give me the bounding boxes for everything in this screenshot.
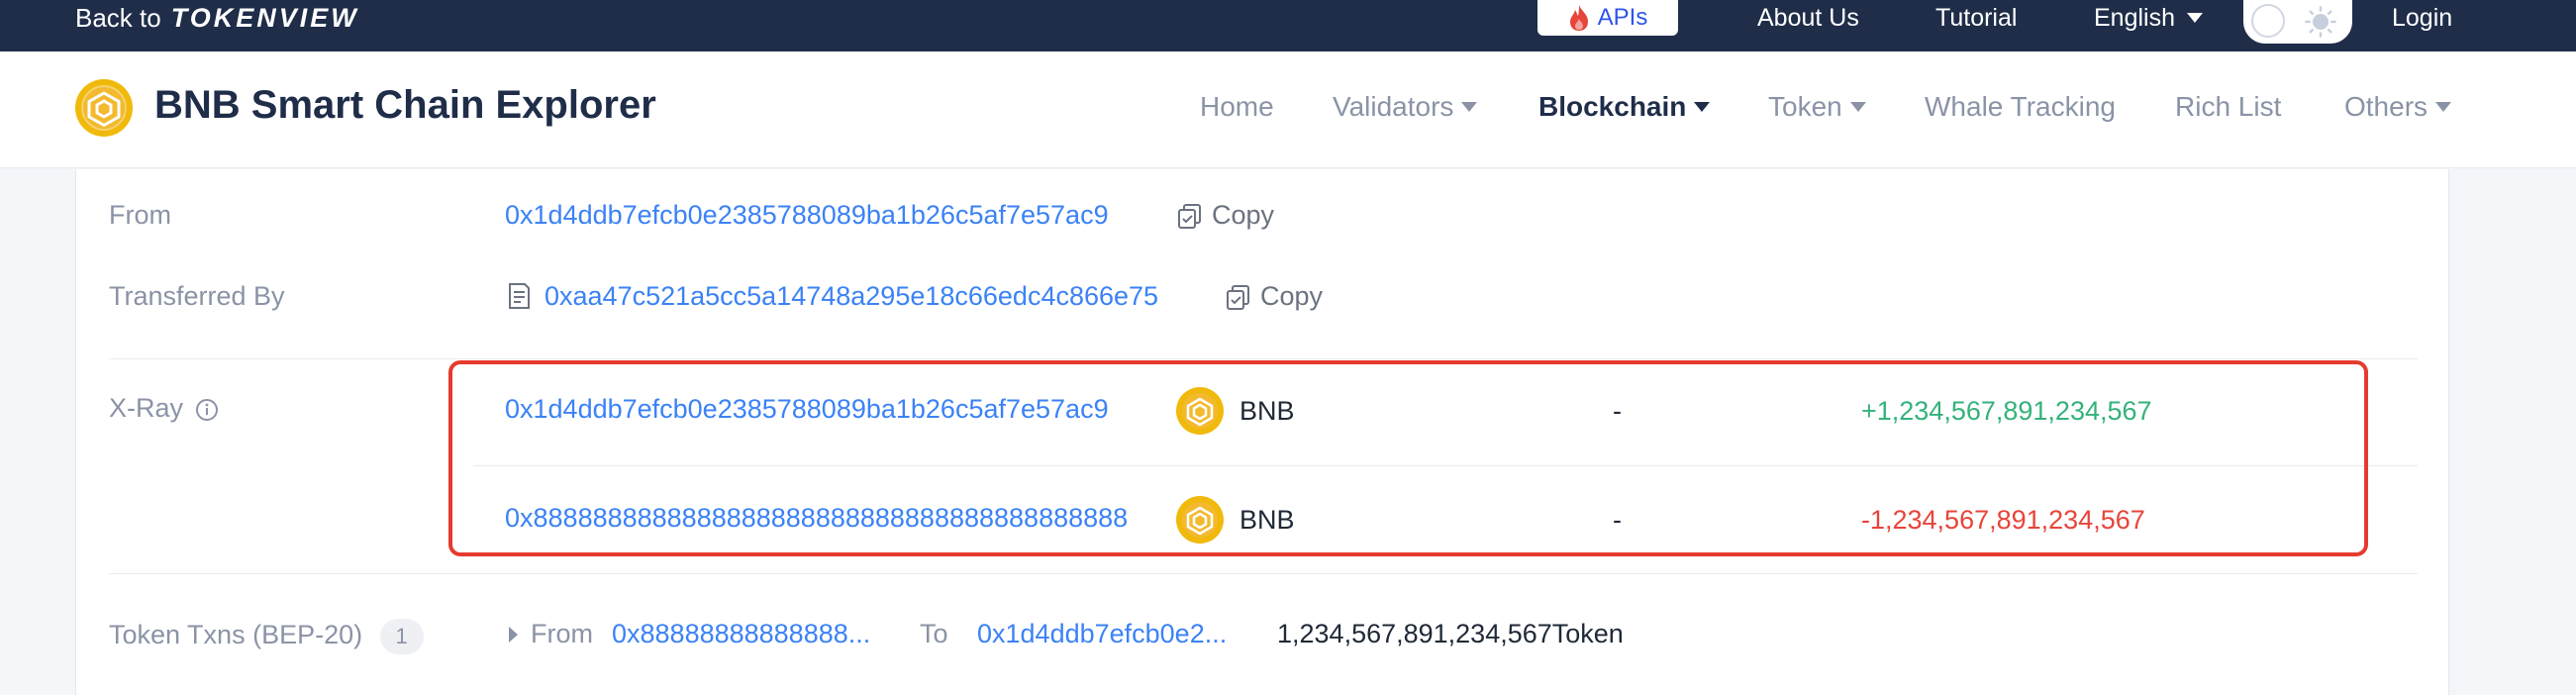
transaction-details-card (75, 169, 2449, 695)
nav-home-label: Home (1200, 91, 1274, 122)
xray-amount-negative: -1,234,567,891,234,567 (1861, 505, 2145, 535)
chevron-down-icon (1849, 102, 1866, 112)
copy-icon (1227, 284, 1249, 310)
toggle-knob (2251, 4, 2285, 38)
copy-label: Copy (1260, 281, 1324, 311)
apis-label: APIs (1597, 4, 1648, 31)
row-divider (473, 465, 2418, 466)
info-icon[interactable] (195, 398, 219, 422)
nav-validators[interactable]: Validators (1333, 91, 1478, 123)
copy-label: Copy (1212, 200, 1275, 230)
xray-dash: - (1613, 396, 1622, 426)
nav-whale-label: Whale Tracking (1925, 91, 2116, 122)
xray-token-symbol: BNB (1239, 396, 1295, 426)
back-prefix: Back to (75, 3, 161, 33)
nav-rich-label: Rich List (2175, 91, 2282, 122)
copy-from-button[interactable]: Copy (1176, 200, 1274, 231)
chevron-down-icon (1461, 102, 1478, 112)
flame-icon (1569, 5, 1588, 31)
login-link[interactable]: Login (2392, 0, 2452, 36)
language-select[interactable]: English (2094, 0, 2203, 36)
theme-toggle[interactable] (2243, 0, 2352, 44)
transferred-by-address-link[interactable]: 0xaa47c521a5cc5a14748a295e18c66edc4c866e… (545, 281, 1158, 312)
xray-dash: - (1613, 505, 1622, 535)
xray-address-link[interactable]: 0x88888888888888888888888888888888888888… (505, 503, 1128, 534)
sun-icon (2305, 6, 2336, 38)
contract-icon (509, 283, 530, 309)
nav-whale-tracking[interactable]: Whale Tracking (1925, 91, 2116, 123)
caret-right-icon[interactable] (509, 627, 518, 643)
chevron-down-icon (2435, 102, 2452, 112)
txn-to-address-link[interactable]: 0x1d4ddb7efcb0e2... (977, 619, 1227, 649)
top-bar: Back to TOKENVIEW APIs About Us Tutorial… (0, 0, 2576, 51)
nav-others-label: Others (2344, 91, 2428, 122)
txn-from-label: From (531, 619, 593, 648)
site-title[interactable]: BNB Smart Chain Explorer (154, 83, 656, 128)
nav-others[interactable]: Others (2344, 91, 2452, 123)
chevron-down-icon (1694, 102, 1711, 112)
chevron-down-icon (2187, 13, 2203, 23)
transferred-by-label: Transferred By (109, 281, 285, 311)
section-divider (109, 358, 2418, 359)
bnb-coin-icon (1176, 496, 1224, 544)
copy-transferred-button[interactable]: Copy (1225, 281, 1323, 312)
tutorial-link[interactable]: Tutorial (1935, 0, 2017, 36)
nav-blockchain[interactable]: Blockchain (1538, 91, 1711, 123)
nav-token[interactable]: Token (1768, 91, 1866, 123)
xray-address-link[interactable]: 0x1d4ddb7efcb0e2385788089ba1b26c5af7e57a… (505, 394, 1109, 425)
bnb-coin-icon (1176, 387, 1224, 435)
tokenview-brand: TOKENVIEW (170, 3, 359, 33)
txn-from-address-link[interactable]: 0x88888888888888... (612, 619, 870, 649)
nav-rich-list[interactable]: Rich List (2175, 91, 2281, 123)
copy-icon (1178, 203, 1201, 229)
xray-token-symbol: BNB (1239, 505, 1295, 535)
nav-token-label: Token (1768, 91, 1842, 122)
txn-to-label: To (920, 619, 948, 648)
bnb-logo-icon[interactable] (75, 79, 133, 137)
from-address-link[interactable]: 0x1d4ddb7efcb0e2385788089ba1b26c5af7e57a… (505, 200, 1109, 231)
xray-label-group: X-Ray (109, 393, 219, 424)
back-to-tokenview-link[interactable]: Back to TOKENVIEW (75, 0, 359, 36)
xray-label: X-Ray (109, 393, 184, 423)
section-divider (109, 573, 2418, 574)
language-label: English (2094, 4, 2175, 32)
about-us-link[interactable]: About Us (1757, 0, 1859, 36)
nav-validators-label: Validators (1333, 91, 1454, 122)
token-txns-label-group: Token Txns (BEP-20) 1 (109, 619, 424, 654)
txn-amount: 1,234,567,891,234,567Token (1277, 619, 1624, 648)
apis-button[interactable]: APIs (1537, 0, 1678, 36)
xray-amount-positive: +1,234,567,891,234,567 (1861, 396, 2152, 426)
token-txns-label: Token Txns (BEP-20) (109, 620, 363, 650)
nav-home[interactable]: Home (1200, 91, 1274, 123)
nav-blockchain-label: Blockchain (1538, 91, 1687, 122)
token-txns-count-badge: 1 (379, 619, 424, 654)
from-label: From (109, 200, 171, 230)
